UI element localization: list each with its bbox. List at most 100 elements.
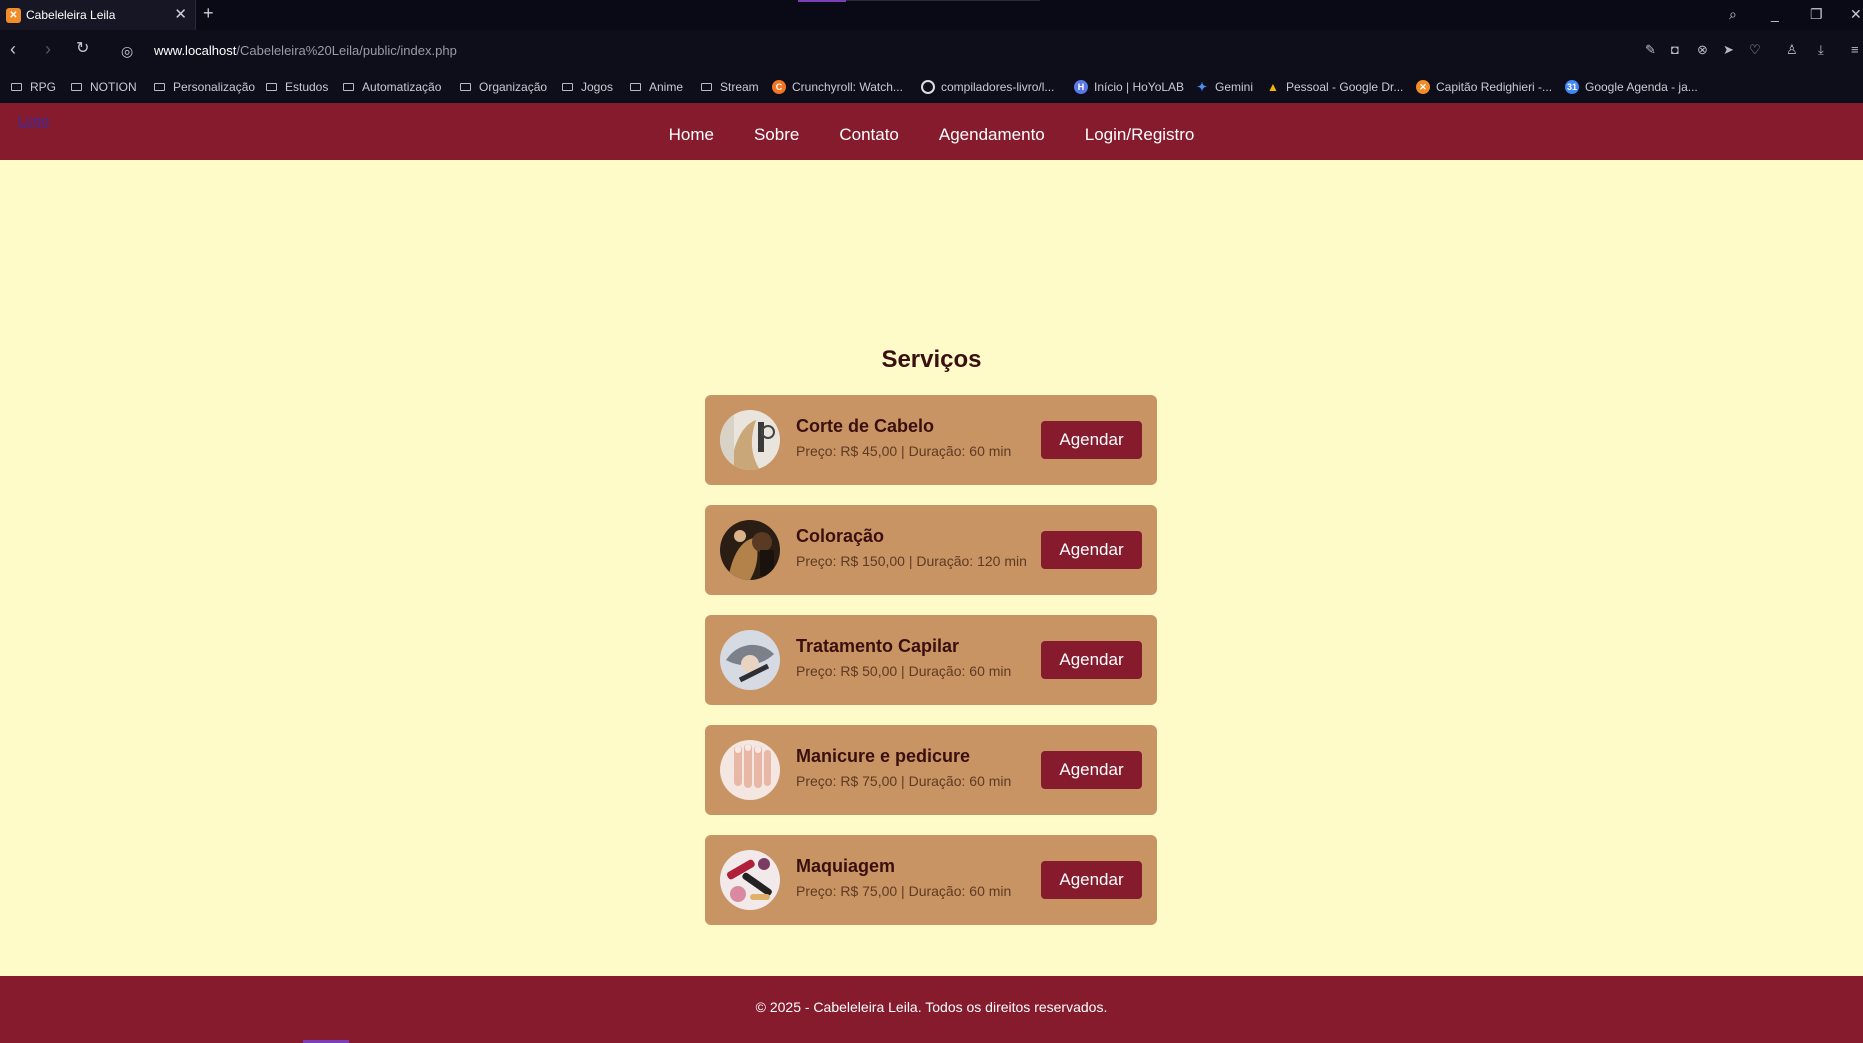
url-path: /Cabeleleira%20Leila/public/index.php	[236, 43, 457, 58]
gemini-icon: ✦	[1196, 80, 1208, 94]
reload-icon[interactable]: ↻	[76, 39, 89, 59]
folder-icon	[562, 83, 573, 91]
folder-icon	[701, 83, 712, 91]
bookmark-label: Google Agenda - ja...	[1585, 80, 1698, 94]
service-name: Coloração	[796, 526, 885, 546]
bookmark-pessoal-google-dr[interactable]: ▲ Pessoal - Google Dr...	[1266, 80, 1403, 94]
nav-agendamento[interactable]: Agendamento	[939, 106, 1045, 163]
site-header: Logo Home Sobre Contato Agendamento Login/Re…	[0, 103, 1863, 160]
service-card-maquiagem: Maquiagem Preço: R$ 75,00 | Duração: 60 …	[705, 835, 1157, 925]
bookmark-automatiza-o[interactable]: Automatização	[343, 80, 441, 94]
bookmark-label: Organização	[479, 80, 548, 94]
service-price-duration: Preço: R$ 75,00 | Duração: 60 min	[796, 883, 1012, 899]
service-image-haircut	[720, 410, 780, 470]
bookmark-jogos[interactable]: Jogos	[562, 80, 613, 94]
folder-icon	[154, 83, 165, 91]
github-icon	[921, 80, 935, 94]
camera-icon[interactable]: ◘	[1671, 41, 1679, 59]
bookmark-google-agenda-ja[interactable]: 31 Google Agenda - ja...	[1565, 80, 1698, 94]
menu-icon[interactable]: ≡	[1851, 41, 1859, 59]
agendar-button[interactable]: Agendar	[1041, 751, 1142, 789]
bookmark-label: Anime	[649, 80, 684, 94]
service-card-coloracao: Coloração Preço: R$ 150,00 | Duração: 12…	[705, 505, 1157, 595]
web-page: Logo Home Sobre Contato Agendamento Login/Re…	[0, 103, 1863, 1043]
bookmark-label: Crunchyroll: Watch...	[792, 80, 903, 94]
bookmark-compiladores-livro-l[interactable]: compiladores-livro/l...	[921, 80, 1054, 94]
service-image-treatment	[720, 630, 780, 690]
xampp-icon: ✕	[1416, 80, 1430, 94]
bookmarks-bar: RPG NOTION Personalização Estudos Automatiza…	[0, 73, 1863, 103]
service-image-makeup	[720, 850, 780, 910]
main-nav: Home Sobre Contato Agendamento Login/Registr…	[0, 103, 1863, 160]
url-host: www.localhost	[154, 43, 237, 58]
bookmark-capit-o-redighieri[interactable]: ✕ Capitão Redighieri -...	[1416, 80, 1552, 94]
block-icon[interactable]: ⊗	[1697, 41, 1708, 59]
new-tab-icon[interactable]: +	[203, 3, 214, 23]
agendar-button[interactable]: Agendar	[1041, 861, 1142, 899]
crunchyroll-icon: C	[772, 80, 786, 94]
back-icon[interactable]: ‹	[10, 39, 16, 59]
folder-icon	[11, 83, 22, 91]
tab-title: Cabeleleira Leila	[26, 8, 116, 22]
folder-icon	[460, 83, 471, 91]
bookmark-label: Capitão Redighieri -...	[1436, 80, 1553, 94]
folder-icon	[71, 83, 82, 91]
browser-tab-active[interactable]: ✕ Cabeleleira Leila ✕	[0, 0, 196, 30]
forward-icon[interactable]: ›	[45, 39, 51, 59]
bookmark-label: Automatização	[362, 80, 442, 94]
agendar-button[interactable]: Agendar	[1041, 531, 1142, 569]
bookmark-crunchyroll-watch[interactable]: C Crunchyroll: Watch...	[772, 80, 903, 94]
service-image-manicure	[720, 740, 780, 800]
bookmark-notion[interactable]: NOTION	[71, 80, 137, 94]
bookmark-personaliza-o[interactable]: Personalização	[154, 80, 255, 94]
bookmark-stream[interactable]: Stream	[701, 80, 759, 94]
service-card-corte: Corte de Cabelo Preço: R$ 45,00 | Duraçã…	[705, 395, 1157, 485]
bookmark-label: Stream	[720, 80, 759, 94]
folder-icon	[343, 83, 354, 91]
agendar-button[interactable]: Agendar	[1041, 421, 1142, 459]
restore-icon[interactable]: ❐	[1810, 5, 1823, 23]
service-price-duration: Preço: R$ 75,00 | Duração: 60 min	[796, 773, 1012, 789]
services-list: Corte de Cabelo Preço: R$ 45,00 | Duraçã…	[705, 395, 1157, 945]
service-image-coloring	[720, 520, 780, 580]
profile-icon[interactable]: ♙	[1786, 41, 1798, 59]
bookmark-organiza-o[interactable]: Organização	[460, 80, 547, 94]
nav-contato[interactable]: Contato	[839, 106, 899, 163]
bookmark-rpg[interactable]: RPG	[11, 80, 56, 94]
service-name: Tratamento Capilar	[796, 636, 960, 656]
close-tab-icon[interactable]: ✕	[174, 6, 187, 24]
service-name: Manicure e pedicure	[796, 746, 971, 766]
bookmark-gemini[interactable]: ✦ Gemini	[1195, 80, 1253, 94]
minimize-icon[interactable]: _	[1771, 5, 1779, 23]
bookmark-label: compiladores-livro/l...	[941, 80, 1055, 94]
bookmark-anime[interactable]: Anime	[630, 80, 683, 94]
folder-icon	[266, 83, 277, 91]
close-window-icon[interactable]: ✕	[1850, 5, 1862, 23]
agendar-button[interactable]: Agendar	[1041, 641, 1142, 679]
nav-login-registro[interactable]: Login/Registro	[1085, 106, 1195, 163]
search-tabs-icon[interactable]: ⌕	[1729, 5, 1737, 23]
send-icon[interactable]: ➤	[1723, 41, 1734, 59]
xampp-favicon-icon: ✕	[6, 7, 21, 23]
bookmark-label: Jogos	[581, 80, 614, 94]
service-card-tratamento: Tratamento Capilar Preço: R$ 50,00 | Dur…	[705, 615, 1157, 705]
nav-home[interactable]: Home	[669, 106, 714, 163]
heart-icon[interactable]: ♡	[1749, 41, 1761, 59]
footer-copyright: © 2025 - Cabeleleira Leila. Todos os dir…	[755, 999, 1108, 1015]
tab-strip-divider	[846, 0, 1040, 1]
bookmark-label: NOTION	[90, 80, 137, 94]
nav-sobre[interactable]: Sobre	[754, 106, 799, 163]
bookmark-in-cio-hoyolab[interactable]: H Início | HoYoLAB	[1074, 80, 1184, 94]
service-price-duration: Preço: R$ 150,00 | Duração: 120 min	[796, 553, 1027, 569]
service-name: Corte de Cabelo	[796, 416, 935, 436]
url-field[interactable]: www.localhost/Cabeleleira%20Leila/public…	[154, 43, 457, 58]
service-price-duration: Preço: R$ 50,00 | Duração: 60 min	[796, 663, 1012, 679]
site-info-icon[interactable]: ◎	[121, 41, 133, 61]
download-icon[interactable]: ⤓	[1818, 41, 1824, 59]
service-name: Maquiagem	[796, 856, 896, 876]
folder-icon	[630, 83, 641, 91]
hoyolab-icon: H	[1074, 80, 1088, 94]
service-price-duration: Preço: R$ 45,00 | Duração: 60 min	[796, 443, 1012, 459]
bookmark-estudos[interactable]: Estudos	[266, 80, 328, 94]
edit-icon[interactable]: ✎	[1645, 41, 1656, 59]
